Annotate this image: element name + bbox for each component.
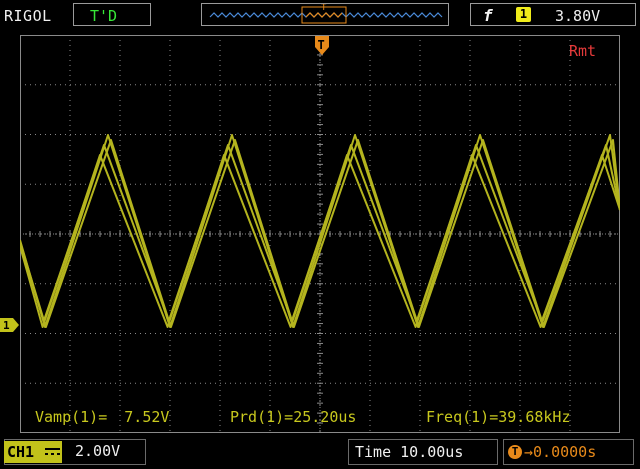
trigger-offset-box[interactable]: T →0.0000s [503, 439, 634, 465]
trigger-offset-icon: T [508, 445, 522, 459]
trigger-source-badge: 1 [516, 7, 531, 22]
memory-viewport-trace [305, 12, 343, 18]
brand-logo: RIGOL [4, 7, 52, 25]
measurement-row: Vamp(1)= 7.52V Prd(1)=25.20us Freq(1)=39… [35, 408, 571, 426]
run-status-box[interactable]: T'D [73, 3, 151, 26]
memory-trigger-marker: T [321, 4, 327, 13]
run-status-text: T'D [90, 7, 118, 25]
remote-indicator: Rmt [569, 42, 597, 60]
measure-vamp: Vamp(1)= 7.52V [35, 408, 169, 426]
dc-coupling-icon [45, 448, 60, 455]
trigger-position-marker[interactable]: T [315, 36, 329, 55]
ch1-label[interactable]: CH1 [4, 441, 62, 463]
ch1-label-text: CH1 [7, 443, 35, 461]
timebase-value: Time 10.00us [355, 443, 464, 461]
ch1-ground-marker[interactable]: 1 [0, 318, 19, 332]
measure-frequency: Freq(1)=39.68kHz [426, 408, 571, 426]
measure-frequency-value: 39.68kHz [498, 408, 570, 426]
memory-depth-bar: T [201, 3, 449, 26]
trigger-info-box[interactable]: f 1 3.80V [470, 3, 636, 26]
ch1-marker-label: 1 [3, 319, 10, 332]
measure-vamp-value: 7.52V [124, 408, 169, 426]
measure-period-label: Prd(1)= [230, 408, 293, 426]
measure-period-value: 25.20us [293, 408, 356, 426]
trigger-offset-value: →0.0000s [524, 443, 597, 461]
rising-edge-icon: f [483, 6, 493, 25]
timebase-box[interactable]: Time 10.00us [348, 439, 498, 465]
measure-vamp-label: Vamp(1)= [35, 408, 107, 426]
measure-period: Prd(1)=25.20us [230, 408, 356, 426]
graticule-grid [20, 35, 620, 433]
ch1-vertical-scale[interactable]: 2.00V [75, 442, 120, 460]
waveform-display[interactable]: T Vamp(1)= 7.52V Prd(1)=25.20us Freq(1)=… [20, 35, 620, 433]
measure-frequency-label: Freq(1)= [426, 408, 498, 426]
memory-waveform-overview: T [209, 3, 443, 24]
trigger-level: 3.80V [555, 7, 601, 25]
trigger-position-label: T [318, 38, 325, 52]
